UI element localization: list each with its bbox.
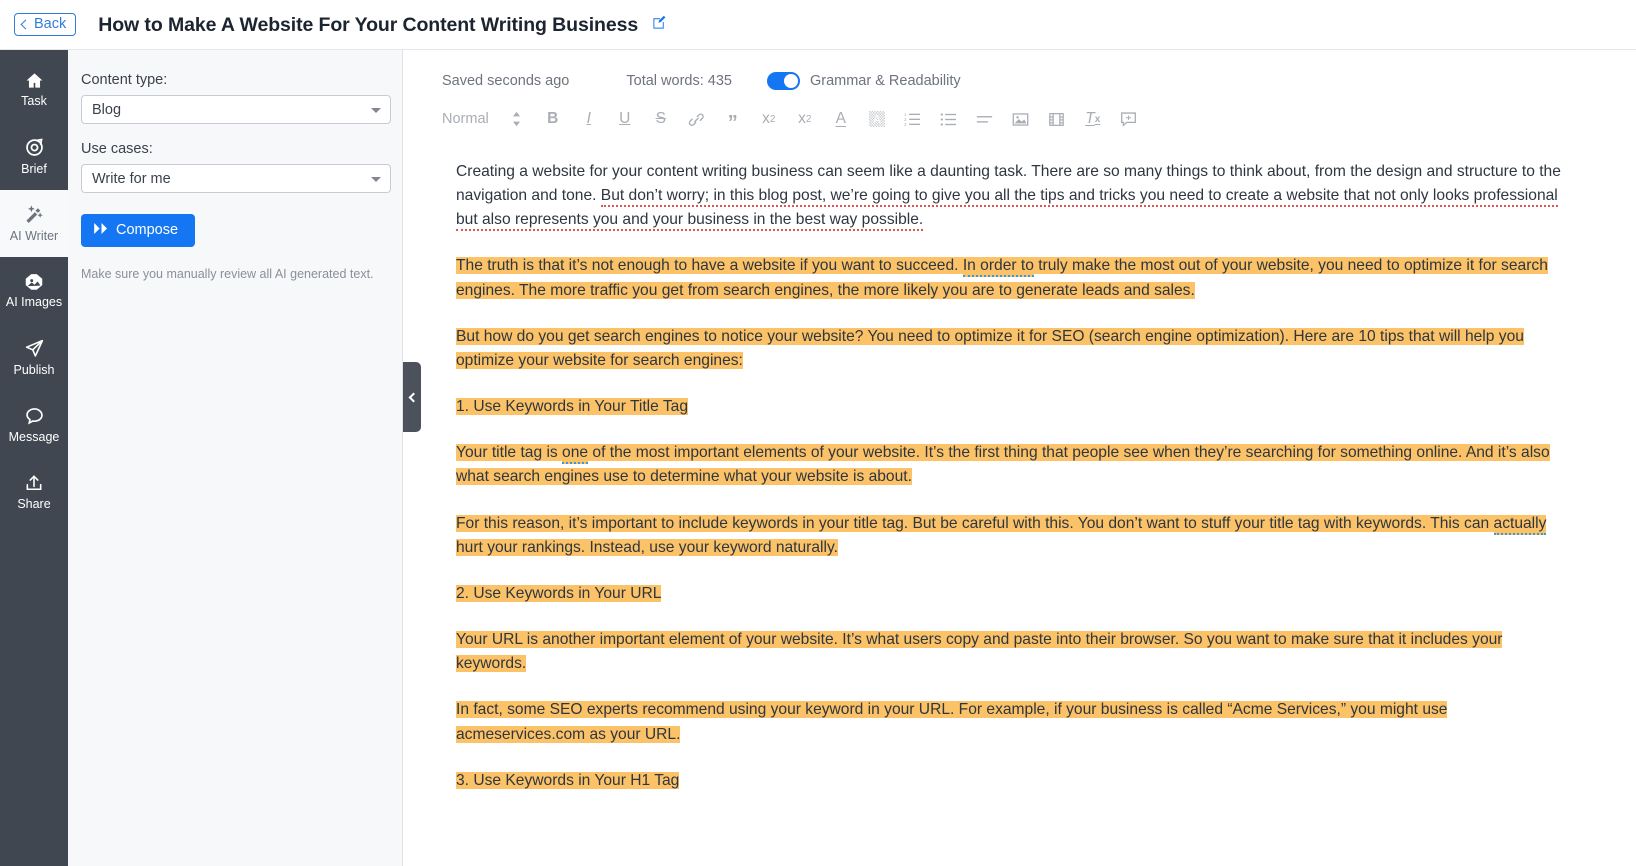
grammar-readability-label: Grammar & Readability <box>809 73 961 89</box>
sidebar-item-brief[interactable]: Brief <box>0 123 68 190</box>
bold-icon[interactable]: B <box>535 104 571 134</box>
paragraph-text: Your title tag is <box>456 444 563 462</box>
document-paragraph: Creating a website for your content writ… <box>456 160 1566 232</box>
document-paragraph: 3. Use Keywords in Your H1 Tag <box>456 769 1566 793</box>
document-body[interactable]: Creating a website for your content writ… <box>404 134 1636 793</box>
highlight-color-icon[interactable]: A <box>859 104 895 134</box>
paragraph-text: 1. Use Keywords in Your Title Tag <box>456 398 689 416</box>
page-title: How to Make A Website For Your Content W… <box>98 13 667 37</box>
content-type-label: Content type: <box>81 72 168 88</box>
chat-bubble-icon <box>24 405 45 426</box>
underline-icon[interactable]: U <box>607 104 643 134</box>
document-paragraph: 2. Use Keywords in Your URL <box>456 582 1566 606</box>
insert-image-icon[interactable] <box>1003 104 1039 134</box>
editor-status-bar: Saved seconds ago Total words: 435 Gramm… <box>404 50 1636 90</box>
paragraph-text: But how do you get search engines to not… <box>456 327 1524 369</box>
image-icon <box>23 272 45 291</box>
chevron-down-icon <box>371 177 381 182</box>
strikethrough-icon[interactable]: S <box>643 104 679 134</box>
use-cases-select[interactable]: Write for me <box>81 164 391 193</box>
sidebar-item-ai-images[interactable]: AI Images <box>0 257 68 324</box>
toggle-knob <box>783 74 798 88</box>
back-button-label: Back <box>34 15 67 32</box>
paragraph-text: hurt your rankings. Instead, use your ke… <box>456 538 838 556</box>
svg-text:3: 3 <box>904 122 907 127</box>
sidebar-item-message[interactable]: Message <box>0 391 68 458</box>
paper-plane-icon <box>24 338 45 359</box>
paragraph-text: In fact, some SEO experts recommend usin… <box>456 701 1448 743</box>
comment-icon[interactable] <box>1111 104 1147 134</box>
sidebar-item-task[interactable]: Task <box>0 56 68 123</box>
sidebar-item-label: Message <box>8 430 60 445</box>
panel-collapse-handle[interactable] <box>403 362 421 432</box>
grammar-suggestion-text[interactable]: But don’t worry; in this blog post, we’r… <box>456 187 1558 232</box>
bullet-list-icon[interactable] <box>931 104 967 134</box>
top-bar: Back How to Make A Website For Your Cont… <box>0 0 1636 50</box>
blockquote-icon[interactable]: ” <box>715 104 751 134</box>
compose-disclaimer: Make sure you manually review all AI gen… <box>81 267 374 281</box>
home-icon <box>24 71 45 90</box>
document-paragraph: Your title tag is one of the most import… <box>456 441 1566 489</box>
document-paragraph: But how do you get search engines to not… <box>456 325 1566 373</box>
document-paragraph: 1. Use Keywords in Your Title Tag <box>456 395 1566 419</box>
paragraph-text: For this reason, it’s important to inclu… <box>456 514 1494 532</box>
insert-video-icon[interactable] <box>1039 104 1075 134</box>
paragraph-text: of the most important elements of your w… <box>456 444 1550 486</box>
magic-wand-icon <box>23 204 45 225</box>
back-button[interactable]: Back <box>14 12 77 37</box>
superscript-icon[interactable]: x2 <box>787 104 823 134</box>
word-count: Total words: 435 <box>626 73 732 89</box>
formatting-toolbar: Normal B I U S ” x2 x2 A A 123 T x <box>404 90 1636 134</box>
italic-icon[interactable]: I <box>571 104 607 134</box>
paragraph-text: The truth is that it’s not enough to hav… <box>456 257 963 275</box>
document-paragraph: For this reason, it’s important to inclu… <box>456 512 1566 560</box>
use-cases-value: Write for me <box>92 170 171 187</box>
sidebar-item-label: AI Images <box>5 295 63 310</box>
paragraph-text: 3. Use Keywords in Your H1 Tag <box>456 771 680 789</box>
readability-suggestion-text[interactable]: actually <box>1493 514 1547 535</box>
readability-suggestion-text[interactable]: one <box>562 444 589 465</box>
content-type-select[interactable]: Blog <box>81 95 391 124</box>
upload-icon <box>24 473 44 493</box>
chevron-down-icon <box>371 108 381 113</box>
document-paragraph: The truth is that it’s not enough to hav… <box>456 254 1566 302</box>
document-paragraph: In fact, some SEO experts recommend usin… <box>456 698 1566 746</box>
ordered-list-icon[interactable]: 123 <box>895 104 931 134</box>
ai-writer-settings-panel: Content type: Blog Use cases: Write for … <box>68 50 403 866</box>
sidebar-item-label: Share <box>17 496 51 511</box>
paragraph-text: 2. Use Keywords in Your URL <box>456 584 662 602</box>
saved-status: Saved seconds ago <box>442 73 570 89</box>
sidebar-item-publish[interactable]: Publish <box>0 324 68 391</box>
sidebar-item-label: Brief <box>21 162 47 177</box>
left-nav-rail: Task Brief AI Writer AI Images Publish M… <box>0 50 68 866</box>
sidebar-item-label: Publish <box>13 363 55 378</box>
chevron-left-icon <box>20 19 31 29</box>
use-cases-label: Use cases: <box>81 141 153 157</box>
clear-formatting-icon[interactable]: Tx <box>1075 104 1111 134</box>
compose-button-label: Compose <box>116 222 179 238</box>
sidebar-item-share[interactable]: Share <box>0 458 68 525</box>
sidebar-item-ai-writer[interactable]: AI Writer <box>0 190 68 257</box>
chevron-left-icon <box>408 392 419 402</box>
grammar-readability-toggle[interactable] <box>766 72 800 90</box>
link-icon[interactable] <box>679 104 715 134</box>
document-paragraph: Your URL is another important element of… <box>456 628 1566 676</box>
pencil-square-icon[interactable] <box>652 13 667 36</box>
content-type-value: Blog <box>92 101 122 118</box>
text-color-icon[interactable]: A <box>823 104 859 134</box>
align-icon[interactable] <box>967 104 1003 134</box>
compose-button[interactable]: Compose <box>81 214 196 247</box>
style-stepper-icon[interactable] <box>499 104 535 134</box>
fast-forward-icon <box>94 222 109 238</box>
sidebar-item-label: AI Writer <box>9 229 59 244</box>
paragraph-text: Your URL is another important element of… <box>456 631 1503 673</box>
readability-suggestion-text[interactable]: In order to <box>962 257 1034 278</box>
subscript-icon[interactable]: x2 <box>751 104 787 134</box>
editor-area: Saved seconds ago Total words: 435 Gramm… <box>404 50 1636 866</box>
target-icon <box>24 137 45 158</box>
sidebar-item-label: Task <box>21 94 47 109</box>
svg-text:A: A <box>873 114 881 126</box>
paragraph-style-select[interactable]: Normal <box>442 111 489 127</box>
page-title-text: How to Make A Website For Your Content W… <box>98 13 639 36</box>
